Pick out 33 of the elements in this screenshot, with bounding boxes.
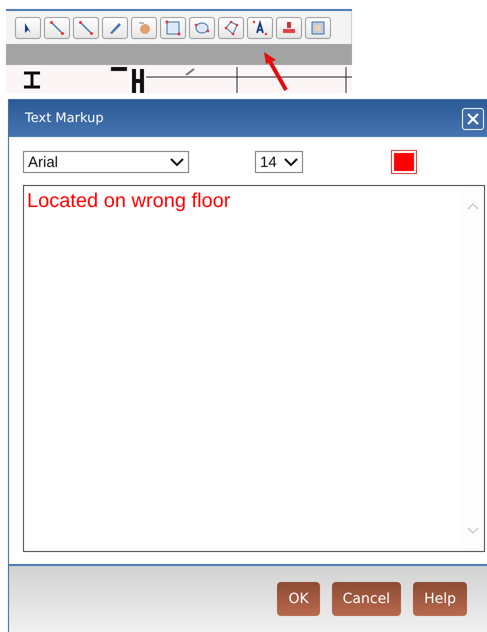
tool-button[interactable] [305, 16, 331, 38]
size-dropdown[interactable]: 14 [255, 151, 303, 173]
font-dropdown[interactable]: Arial [23, 151, 189, 173]
dialog-button[interactable]: OK [277, 582, 320, 616]
dialog-button[interactable]: Cancel [332, 582, 402, 616]
dialog-button[interactable]: Help [413, 582, 467, 616]
chevron-down-icon [170, 158, 184, 166]
tool-button[interactable] [218, 16, 244, 38]
tool-button[interactable] [189, 16, 215, 38]
close-icon [466, 112, 480, 126]
polygon-icon [223, 20, 239, 36]
tool-button[interactable] [276, 16, 302, 38]
dialog-title: Text Markup [25, 111, 104, 126]
tool-button[interactable] [160, 16, 186, 38]
line-icon [78, 20, 94, 36]
chevron-down-icon [467, 527, 479, 535]
picture-icon [310, 20, 326, 36]
text-icon [252, 20, 268, 36]
text-area[interactable]: Located on wrong floor [23, 185, 485, 552]
chevron-up-icon [467, 202, 479, 210]
tool-button[interactable] [102, 16, 128, 38]
markup-text: Located on wrong floor [26, 189, 232, 214]
tool-button[interactable] [15, 16, 41, 38]
rectangle-icon [165, 20, 181, 36]
chevron-down-icon [284, 158, 298, 166]
close-button[interactable] [462, 108, 484, 130]
line-icon [49, 20, 65, 36]
stamp-icon [281, 20, 297, 36]
color-picker[interactable] [391, 150, 417, 174]
ellipse-icon [194, 20, 210, 36]
tool-button[interactable] [44, 16, 70, 38]
tool-button[interactable] [73, 16, 99, 38]
tool-button[interactable] [247, 16, 273, 38]
